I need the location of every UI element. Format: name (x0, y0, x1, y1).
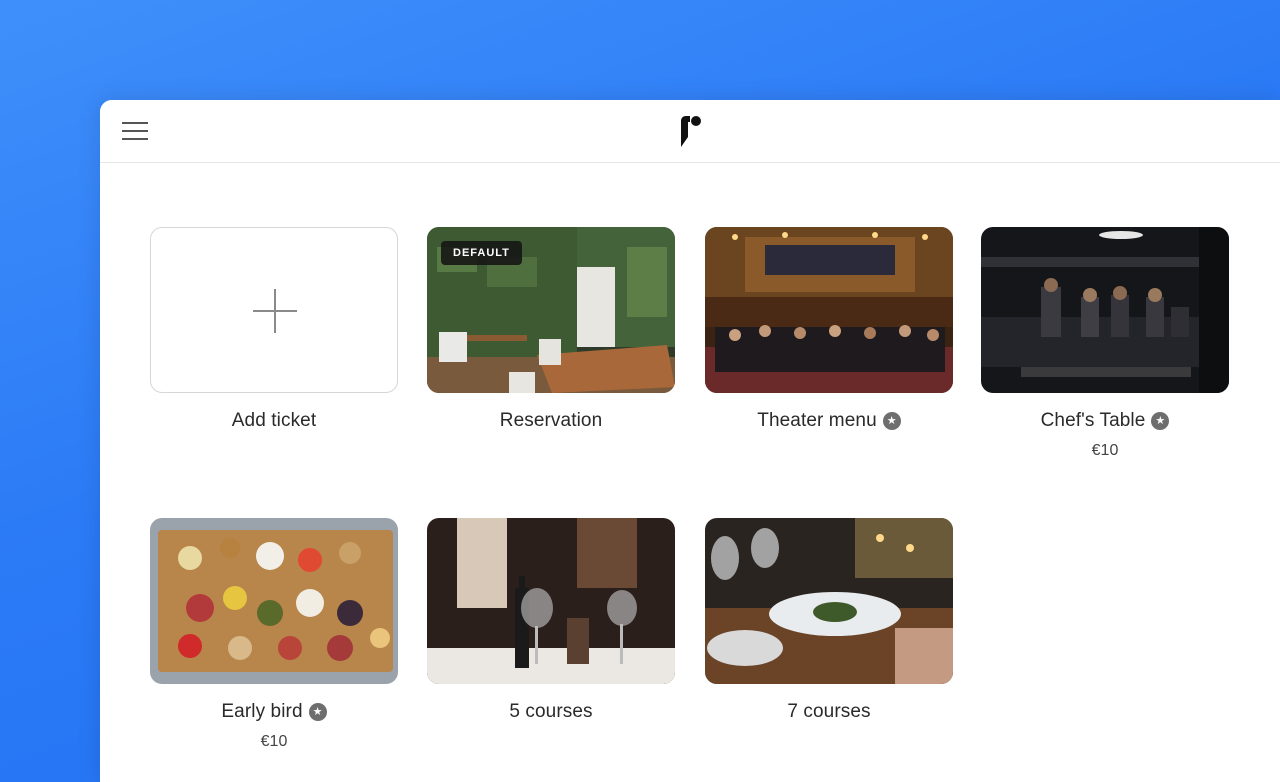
hamburger-menu-icon[interactable] (122, 120, 150, 142)
ticket-card-7-courses[interactable]: 7 courses (705, 518, 953, 723)
top-bar (100, 100, 1280, 163)
add-ticket-tile[interactable] (150, 227, 398, 393)
ticket-title: Add ticket (231, 410, 317, 431)
ticket-title: Reservation (499, 410, 603, 431)
star-icon: ★ (882, 412, 901, 430)
ticket-image (705, 227, 953, 393)
brand-logo[interactable] (678, 113, 704, 149)
theater-stage-image (705, 227, 953, 393)
star-icon: ★ (1151, 412, 1170, 430)
plated-dinner-image (705, 518, 953, 684)
ticket-price: €10 (1091, 442, 1119, 459)
ticket-card-theater-menu[interactable]: Theater menu ★ (705, 227, 953, 432)
ticket-title: Theater menu (757, 410, 877, 431)
ticket-card-add[interactable]: Add ticket (150, 227, 398, 432)
ticket-card-5-courses[interactable]: 5 courses (427, 518, 675, 723)
ticket-card-reservation[interactable]: DEFAULT Reservation (427, 227, 675, 432)
ticket-image (150, 518, 398, 684)
ticket-title: Early bird (221, 701, 303, 722)
ticket-image (427, 518, 675, 684)
charcuterie-image (150, 518, 398, 684)
ticket-title: 7 courses (787, 701, 871, 722)
ticket-title: 5 courses (509, 701, 593, 722)
app-window: Add ticket DEFAULT Reservation Theater m… (100, 100, 1280, 782)
default-badge: DEFAULT (441, 241, 522, 265)
ticket-card-chefs-table[interactable]: Chef's Table ★ €10 (981, 227, 1229, 460)
wine-table-image (427, 518, 675, 684)
ticket-image: DEFAULT (427, 227, 675, 393)
star-icon: ★ (308, 703, 327, 721)
kitchen-image (981, 227, 1229, 393)
ticket-image (981, 227, 1229, 393)
ticket-image (705, 518, 953, 684)
ticket-price: €10 (260, 733, 288, 750)
ticket-title: Chef's Table (1040, 410, 1146, 431)
ticket-card-early-bird[interactable]: Early bird ★ €10 (150, 518, 398, 751)
